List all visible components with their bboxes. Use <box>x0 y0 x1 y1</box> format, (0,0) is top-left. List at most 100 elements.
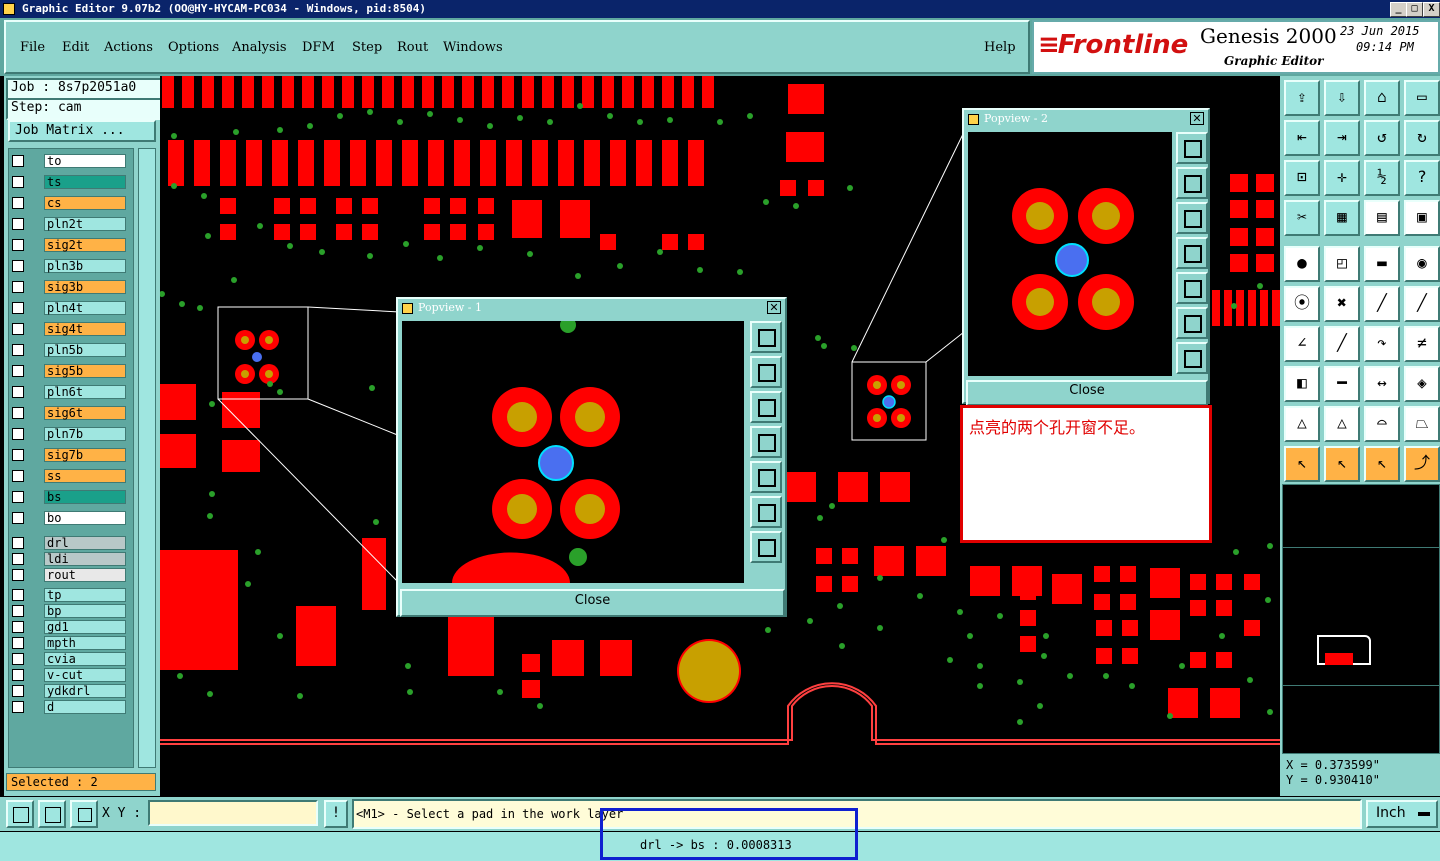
layer-row-pln3b[interactable]: pln3b <box>10 259 130 273</box>
layer-checkbox[interactable] <box>12 569 24 581</box>
layer-row-sig4t[interactable]: sig4t <box>10 322 130 336</box>
layer-row-bp[interactable]: bp <box>10 604 130 618</box>
layer-row-gd1[interactable]: gd1 <box>10 620 130 634</box>
arc-icon[interactable]: ╱ <box>1404 286 1440 322</box>
layer-row-ydkdrl[interactable]: ydkdrl <box>10 684 130 698</box>
popview-2-pan-left-button[interactable] <box>1176 237 1208 269</box>
layer-checkbox[interactable] <box>12 176 24 188</box>
layer-checkbox[interactable] <box>12 386 24 398</box>
layer-checkbox[interactable] <box>12 197 24 209</box>
layer-row-sig3b[interactable]: sig3b <box>10 280 130 294</box>
layer-row-rout[interactable]: rout <box>10 568 130 582</box>
line-icon[interactable]: ╱ <box>1364 286 1400 322</box>
layer-checkbox[interactable] <box>12 260 24 272</box>
layer-checkbox[interactable] <box>12 553 24 565</box>
select-icon[interactable]: ◰ <box>1324 246 1360 282</box>
popview-1-zoom-out-button[interactable] <box>750 531 782 563</box>
center-icon[interactable]: ✛ <box>1324 160 1360 196</box>
layer-row-mpth[interactable]: mpth <box>10 636 130 650</box>
menu-rout[interactable]: Rout <box>397 40 428 55</box>
layers-icon[interactable]: ▤ <box>1364 200 1400 236</box>
popview-2-close-button[interactable]: Close <box>966 380 1208 406</box>
next-icon[interactable]: ⇥ <box>1324 120 1360 156</box>
triangle-icon[interactable]: △ <box>1284 406 1320 442</box>
layer-checkbox[interactable] <box>12 323 24 335</box>
bridge-icon[interactable]: ⌓ <box>1364 406 1400 442</box>
shape-icon[interactable]: ⏢ <box>1404 406 1440 442</box>
save-icon[interactable]: ⇩ <box>1324 80 1360 116</box>
layer-row-tp[interactable]: tp <box>10 588 130 602</box>
layer-checkbox[interactable] <box>12 637 24 649</box>
layer-row-d[interactable]: d <box>10 700 130 714</box>
popview-2-canvas[interactable] <box>968 132 1172 376</box>
popview-1-canvas[interactable] <box>402 321 744 583</box>
layer-row-sig5b[interactable]: sig5b <box>10 364 130 378</box>
popview-1-pan-right-button[interactable] <box>750 461 782 493</box>
layer-checkbox[interactable] <box>12 512 24 524</box>
layer-row-bo[interactable]: bo <box>10 511 130 525</box>
layer-checkbox[interactable] <box>12 621 24 633</box>
grid-icon[interactable]: ▦ <box>1324 200 1360 236</box>
menu-edit[interactable]: Edit <box>62 40 89 55</box>
popview-2-zoom-out-button[interactable] <box>1176 342 1208 374</box>
menu-dfm[interactable]: DFM <box>302 40 335 55</box>
layer-checkbox[interactable] <box>12 218 24 230</box>
layer-row-cvia[interactable]: cvia <box>10 652 130 666</box>
prev-icon[interactable]: ⇤ <box>1284 120 1320 156</box>
layer-checkbox[interactable] <box>12 653 24 665</box>
home-icon[interactable]: ⌂ <box>1364 80 1400 116</box>
layer-row-bs[interactable]: bs <box>10 490 130 504</box>
undo-icon[interactable]: ↺ <box>1364 120 1400 156</box>
dimension-icon[interactable]: ↔ <box>1364 366 1400 402</box>
layer-scrollbar[interactable] <box>138 148 156 768</box>
xy-input[interactable] <box>148 800 318 826</box>
minimize-button[interactable]: _ <box>1390 2 1407 17</box>
layer-row-pln7b[interactable]: pln7b <box>10 427 130 441</box>
layer-checkbox[interactable] <box>12 491 24 503</box>
popview-2-pan-up-button[interactable] <box>1176 167 1208 199</box>
info-icon[interactable]: ! <box>324 800 348 828</box>
layer-row-pln2t[interactable]: pln2t <box>10 217 130 231</box>
grid-icon[interactable] <box>70 800 98 828</box>
layer-row-to[interactable]: to <box>10 154 130 168</box>
layer-checkbox[interactable] <box>12 302 24 314</box>
layer-checkbox[interactable] <box>12 685 24 697</box>
fix-icon[interactable]: ≠ <box>1404 326 1440 362</box>
rotate-icon[interactable]: ↷ <box>1364 326 1400 362</box>
pad-icon[interactable]: ● <box>1284 246 1320 282</box>
maximize-button[interactable]: □ <box>1406 2 1423 17</box>
menu-windows[interactable]: Windows <box>443 40 503 55</box>
measure-icon[interactable] <box>38 800 66 828</box>
popview-1-pan-left-button[interactable] <box>750 426 782 458</box>
layer-row-pln5b[interactable]: pln5b <box>10 343 130 357</box>
layer-checkbox[interactable] <box>12 407 24 419</box>
menu-options[interactable]: Options <box>168 40 219 55</box>
popview-2-pan-right-button[interactable] <box>1176 272 1208 304</box>
layer-row-pln6t[interactable]: pln6t <box>10 385 130 399</box>
popview-2-close-icon[interactable]: ✕ <box>1190 112 1204 125</box>
popview-1-pan-up-button[interactable] <box>750 356 782 388</box>
angle-icon[interactable]: ∠ <box>1284 326 1320 362</box>
ruler-icon[interactable]: ▬ <box>1364 246 1400 282</box>
layer-checkbox[interactable] <box>12 365 24 377</box>
popview-2-zoom-in-button[interactable] <box>1176 132 1208 164</box>
popview-1-close-button[interactable]: Close <box>400 589 785 617</box>
close-window-button[interactable]: X <box>1423 2 1440 17</box>
window-icon[interactable]: ▭ <box>1404 80 1440 116</box>
help-icon[interactable]: ? <box>1404 160 1440 196</box>
layer-row-sig6t[interactable]: sig6t <box>10 406 130 420</box>
layer-checkbox[interactable] <box>12 449 24 461</box>
group-icon[interactable]: ◈ <box>1404 366 1440 402</box>
layer-row-ts[interactable]: ts <box>10 175 130 189</box>
menu-help[interactable]: Help <box>984 40 1016 55</box>
layer-checkbox[interactable] <box>12 155 24 167</box>
layer-row-ldi[interactable]: ldi <box>10 552 130 566</box>
menu-step[interactable]: Step <box>352 40 382 55</box>
popview-2-pan-down-button[interactable] <box>1176 202 1208 234</box>
popview-1-zoom-fit-button[interactable] <box>750 496 782 528</box>
layer-checkbox[interactable] <box>12 428 24 440</box>
units-dropdown[interactable]: Inch <box>1366 800 1438 828</box>
menu-file[interactable]: File <box>20 40 45 55</box>
minus-icon[interactable]: ━ <box>1324 366 1360 402</box>
layer-row-drl[interactable]: drl <box>10 536 130 550</box>
